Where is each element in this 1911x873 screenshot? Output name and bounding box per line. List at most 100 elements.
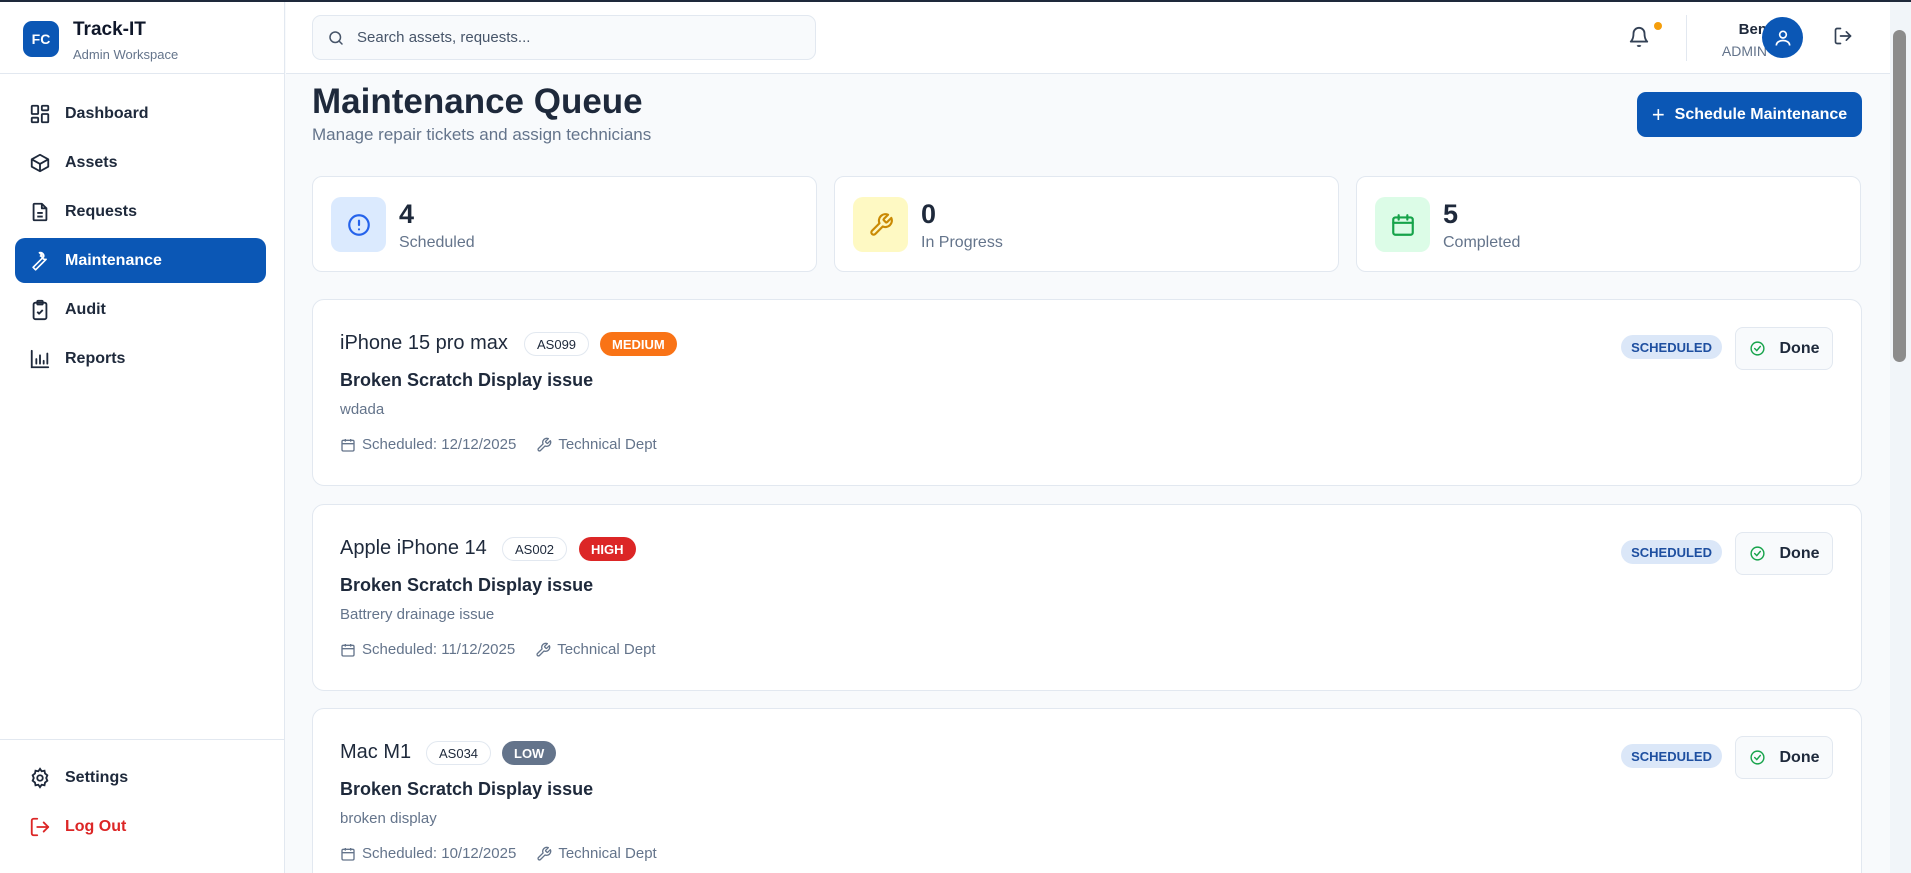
ticket-meta: Scheduled: 10/12/2025 Technical Dept <box>340 845 677 862</box>
clipboard-check-icon <box>29 299 51 321</box>
sidebar-item-requests[interactable]: Requests <box>15 189 266 234</box>
stat-card-scheduled: 4 Scheduled <box>312 176 817 272</box>
page-title: Maintenance Queue <box>312 82 643 121</box>
sidebar-item-label: Settings <box>65 768 129 786</box>
brand-title: Track-IT <box>73 19 146 40</box>
done-button-label: Done <box>1779 748 1820 766</box>
scheduled-date-text: Scheduled: 10/12/2025 <box>362 845 517 862</box>
wrench-icon <box>536 642 551 657</box>
priority-badge: MEDIUM <box>600 332 677 356</box>
wrench-icon <box>537 437 552 452</box>
priority-badge: LOW <box>502 741 557 765</box>
priority-badge: HIGH <box>579 537 636 561</box>
ticket-card: iPhone 15 pro max AS099 MEDIUM Broken Sc… <box>312 299 1862 486</box>
ticket-asset-name: iPhone 15 pro max <box>340 332 508 354</box>
sidebar-item-settings[interactable]: Settings <box>15 755 269 800</box>
stat-value: 0 <box>921 199 937 229</box>
calendar-icon <box>1375 197 1430 252</box>
assigned-team-text: Technical Dept <box>558 845 657 862</box>
scheduled-date: Scheduled: 12/12/2025 <box>340 436 516 453</box>
assigned-team-text: Technical Dept <box>557 641 656 658</box>
sidebar-item-assets[interactable]: Assets <box>15 140 266 185</box>
file-icon <box>29 201 51 223</box>
alert-circle-icon <box>331 197 386 252</box>
top-header: Ben ADMIN <box>286 2 1891 74</box>
wrench-icon <box>29 250 51 272</box>
assigned-team-text: Technical Dept <box>558 436 657 453</box>
stat-card-in-progress: 0 In Progress <box>834 176 1339 272</box>
ticket-description: Battrery drainage issue <box>340 606 495 623</box>
search-input[interactable] <box>357 29 777 46</box>
scheduled-date-text: Scheduled: 12/12/2025 <box>362 436 517 453</box>
done-button-label: Done <box>1779 544 1820 562</box>
sidebar-item-maintenance[interactable]: Maintenance <box>15 238 266 283</box>
sidebar: FC Track-IT Admin Workspace Dashboard As… <box>0 2 285 873</box>
sidebar-item-label: Assets <box>65 153 118 171</box>
user-icon <box>1775 29 1790 46</box>
gear-icon <box>29 766 51 789</box>
box-icon <box>29 152 51 174</box>
scheduled-date: Scheduled: 11/12/2025 <box>340 641 515 658</box>
plus-icon: + <box>1651 101 1665 127</box>
scheduled-date: Scheduled: 10/12/2025 <box>340 845 516 862</box>
asset-id-chip: AS034 <box>426 741 492 765</box>
schedule-maintenance-label: Schedule Maintenance <box>1674 105 1848 123</box>
ticket-issue: Broken Scratch Display issue <box>340 575 594 595</box>
sidebar-item-label: Maintenance <box>65 251 162 269</box>
brand-subtitle: Admin Workspace <box>73 47 179 62</box>
logout-icon <box>29 816 51 838</box>
ticket-meta: Scheduled: 12/12/2025 Technical Dept <box>340 436 677 453</box>
schedule-maintenance-button[interactable]: + Schedule Maintenance <box>1637 92 1862 137</box>
sidebar-item-reports[interactable]: Reports <box>15 336 266 381</box>
assigned-team: Technical Dept <box>536 436 657 453</box>
ticket-meta: Scheduled: 11/12/2025 Technical Dept <box>340 641 676 658</box>
sidebar-item-label: Log Out <box>65 817 127 835</box>
ticket-issue: Broken Scratch Display issue <box>340 779 594 799</box>
bar-chart-icon <box>29 348 51 370</box>
asset-id-chip: AS099 <box>524 332 590 356</box>
check-circle-icon <box>1749 546 1765 561</box>
sidebar-nav: Dashboard Assets Requests Maintenance Au… <box>15 91 266 385</box>
done-button-label: Done <box>1779 339 1820 357</box>
search-bar[interactable] <box>312 15 816 60</box>
sidebar-item-label: Reports <box>65 349 126 367</box>
sidebar-item-audit[interactable]: Audit <box>15 287 266 332</box>
done-button[interactable]: Done <box>1735 532 1833 575</box>
stat-value: 5 <box>1443 199 1459 229</box>
sidebar-item-dashboard[interactable]: Dashboard <box>15 91 266 136</box>
notification-bell-icon[interactable] <box>1628 26 1652 50</box>
header-logout-icon[interactable] <box>1833 26 1857 50</box>
sidebar-item-label: Audit <box>65 300 106 318</box>
ticket-card: Mac M1 AS034 LOW Broken Scratch Display … <box>312 708 1862 873</box>
assigned-team: Technical Dept <box>535 641 656 658</box>
sidebar-item-logout[interactable]: Log Out <box>15 804 269 849</box>
ticket-description: wdada <box>340 401 385 418</box>
asset-id-chip: AS002 <box>502 537 568 561</box>
stat-label: Completed <box>1443 234 1521 251</box>
page-subtitle: Manage repair tickets and assign technic… <box>312 125 652 144</box>
dashboard-icon <box>29 103 51 125</box>
stat-label: In Progress <box>921 234 1003 251</box>
done-button[interactable]: Done <box>1735 327 1833 370</box>
user-name: Ben <box>1738 21 1767 38</box>
scheduled-date-text: Scheduled: 11/12/2025 <box>362 641 516 658</box>
status-badge: SCHEDULED <box>1621 744 1722 768</box>
status-badge: SCHEDULED <box>1621 540 1722 564</box>
done-button[interactable]: Done <box>1735 736 1833 779</box>
avatar[interactable] <box>1762 17 1803 58</box>
wrench-icon <box>537 846 552 861</box>
calendar-icon <box>341 643 355 657</box>
calendar-icon <box>341 438 355 452</box>
search-icon <box>327 29 345 47</box>
calendar-icon <box>341 847 355 861</box>
brand-header: FC Track-IT Admin Workspace <box>0 2 284 74</box>
stat-label: Scheduled <box>399 234 475 251</box>
sidebar-footer: Settings Log Out <box>0 739 284 853</box>
wrench-icon <box>853 197 908 252</box>
brand-logo: FC <box>23 21 59 57</box>
sidebar-item-label: Dashboard <box>65 104 149 122</box>
ticket-description: broken display <box>340 810 437 827</box>
ticket-issue: Broken Scratch Display issue <box>340 370 594 390</box>
scrollbar-thumb[interactable] <box>1893 30 1906 362</box>
ticket-asset-name: Apple iPhone 14 <box>340 537 487 559</box>
